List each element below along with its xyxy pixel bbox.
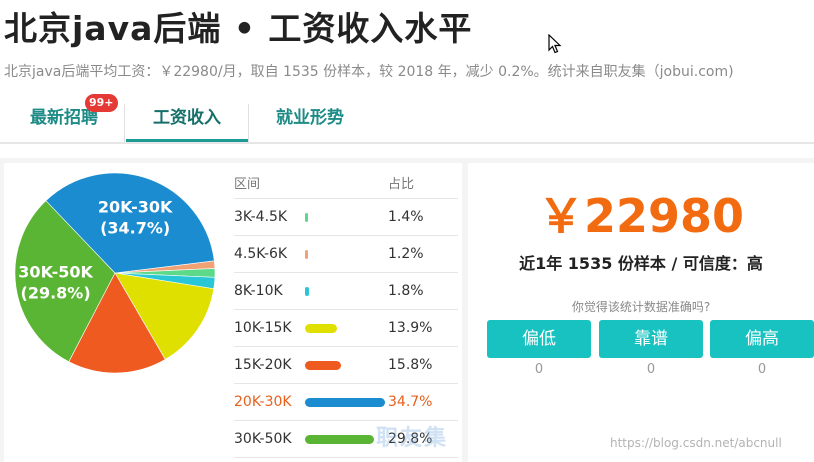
share-value: 15.8% — [388, 357, 433, 373]
vote-accurate-button[interactable]: 靠谱 — [599, 320, 703, 358]
share-bar — [305, 398, 385, 407]
share-bar — [305, 324, 338, 333]
salary-range-table: 区间 占比 3K-4.5K 1.4% 4.5K-6K 1.2% 8K-10K 1.8% 10… — [234, 170, 458, 458]
share-bar — [305, 250, 308, 259]
share-bar — [305, 287, 310, 296]
column-header-share: 占比 — [388, 177, 415, 192]
pie-slice-label: 20K-30K — [98, 197, 173, 216]
tab-label: 就业形势 — [276, 108, 344, 128]
watermark-url: https://blog.csdn.net/abcnull — [610, 436, 782, 450]
range-label: 4.5K-6K — [234, 246, 288, 262]
share-bar — [305, 213, 309, 222]
table-row: 4.5K-6K 1.2% — [234, 236, 458, 273]
tab-salary[interactable]: 工资收入 — [126, 96, 248, 142]
tab-divider — [248, 104, 249, 142]
share-value: 34.7% — [388, 394, 433, 410]
pie-slice-label: (29.8%) — [21, 283, 91, 302]
tab-bar: 最新招聘 99+ 工资收入 就业形势 — [0, 94, 814, 144]
average-salary: ￥22980 — [537, 189, 745, 243]
tab-employment-trend[interactable]: 就业形势 — [262, 96, 358, 142]
accuracy-question: 你觉得该统计数据准确吗? — [571, 300, 711, 314]
table-header: 区间 占比 — [234, 170, 458, 199]
count-badge: 99+ — [85, 94, 118, 112]
sample-credibility: 近1年 1535 份样本 / 可信度：高 — [519, 254, 763, 273]
range-label: 30K-50K — [234, 431, 292, 447]
range-label: 3K-4.5K — [234, 209, 288, 225]
vote-too-high-button[interactable]: 偏高 — [710, 320, 814, 358]
vote-too-low-count: 0 — [534, 362, 544, 377]
table-row: 3K-4.5K 1.4% — [234, 199, 458, 236]
vote-too-high-count: 0 — [757, 362, 767, 377]
share-value: 13.9% — [388, 320, 433, 336]
salary-pie-chart: 20K-30K (34.7%) 30K-50K (29.8%) — [14, 172, 216, 374]
table-row: 10K-15K 13.9% — [234, 310, 458, 347]
vote-too-low-button[interactable]: 偏低 — [487, 320, 591, 358]
table-row: 8K-10K 1.8% — [234, 273, 458, 310]
pie-slice-label: (34.7%) — [100, 218, 170, 237]
page-title: 北京java后端 • 工资收入水平 — [4, 9, 473, 48]
share-bar — [305, 435, 374, 444]
share-value: 1.2% — [388, 246, 424, 262]
share-value: 1.8% — [388, 283, 424, 299]
tab-label: 工资收入 — [153, 108, 221, 128]
share-bar — [305, 361, 342, 370]
mouse-cursor-icon — [548, 34, 562, 54]
range-label: 8K-10K — [234, 283, 283, 299]
range-label: 15K-20K — [234, 357, 292, 373]
tab-label: 最新招聘 — [30, 108, 98, 128]
range-label: 10K-15K — [234, 320, 292, 336]
vote-accurate-count: 0 — [646, 362, 656, 377]
pie-slice-label: 30K-50K — [18, 262, 93, 281]
share-value: 1.4% — [388, 209, 424, 225]
watermark-logo: 职友集 — [376, 426, 449, 451]
tab-latest-jobs[interactable]: 最新招聘 99+ — [18, 94, 118, 142]
tab-divider — [124, 104, 125, 142]
table-row: 15K-20K 15.8% — [234, 347, 458, 384]
column-header-range: 区间 — [234, 177, 261, 192]
table-row: 20K-30K 34.7% — [234, 384, 458, 421]
salary-summary: 北京java后端平均工资：￥22980/月，取自 1535 份样本，较 2018… — [4, 64, 734, 80]
range-label: 20K-30K — [234, 394, 292, 410]
